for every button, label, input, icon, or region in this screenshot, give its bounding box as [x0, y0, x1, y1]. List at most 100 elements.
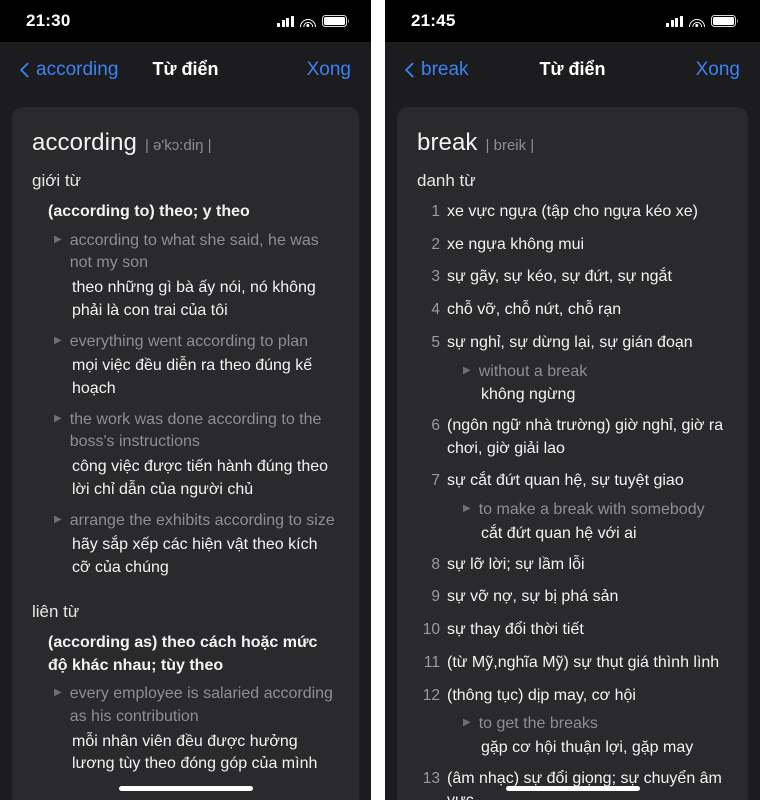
nav-bar-left: according Từ điển Xong	[0, 42, 371, 97]
sense-text: sự lỡ lời; sự lầm lỗi	[447, 555, 585, 573]
list-item: 12 (thông tục) dịp may, cơ hội	[417, 685, 728, 708]
wifi-icon	[689, 15, 705, 27]
sense-text: (ngôn ngữ nhà trường) giờ nghỉ, giờ ra c…	[447, 417, 724, 457]
sense-number: 4	[431, 301, 440, 319]
list-item: 4 chỗ vỡ, chỗ nứt, chỗ rạn	[417, 299, 728, 322]
example-vietnamese: cắt đứt quan hệ với ai	[481, 524, 637, 542]
triangle-bullet-icon: ▶	[463, 364, 471, 376]
status-icons	[665, 15, 739, 27]
part-of-speech: giới từ	[32, 171, 81, 190]
part-of-speech: danh từ	[417, 171, 476, 190]
done-button[interactable]: Xong	[307, 59, 351, 81]
example-row: ▶ to get the breaks	[463, 713, 728, 736]
example-vietnamese: hãy sắp xếp các hiện vật theo kích cỡ củ…	[72, 536, 318, 577]
sense-number: 2	[431, 235, 440, 253]
sense-number: 7	[431, 472, 440, 490]
dictionary-card-right: break | breik | danh từ 1 xe vực ngựa (t…	[397, 107, 748, 800]
back-button[interactable]: according	[20, 59, 118, 81]
example-english: to get the breaks	[478, 715, 598, 733]
example-block: ▶ to make a break with somebody cắt đứt …	[463, 499, 728, 545]
sense-text: (âm nhạc) sự đổi giọng; sự chuyển âm vực	[447, 769, 722, 800]
cellular-signal-icon	[276, 15, 294, 27]
sense-number: 12	[422, 686, 440, 704]
sense-number: 5	[431, 333, 440, 351]
sense-text: sự gãy, sự kéo, sự đứt, sự ngắt	[447, 268, 672, 286]
list-item: 9 sự vỡ nợ, sự bị phá sản	[417, 586, 728, 609]
sense-text: sự vỡ nợ, sự bị phá sản	[447, 588, 619, 606]
list-item: 3 sự gãy, sự kéo, sự đứt, sự ngắt	[417, 266, 728, 289]
example-row: ▶ to make a break with somebody	[463, 499, 728, 522]
sense-text: xe ngựa không mui	[447, 235, 585, 253]
phone-screen-right: 21:45 break Từ điển Xong break | breik |…	[385, 0, 760, 800]
example-row: ▶ every employee is salaried according a…	[54, 683, 339, 728]
list-item: 2 xe ngựa không mui	[417, 234, 728, 257]
example-vietnamese: theo những gì bà ấy nói, nó không phải l…	[72, 279, 316, 319]
example-vietnamese: mỗi nhân viên đều được hưởng lương tùy t…	[72, 732, 318, 773]
example-block: ▶ to get the breaks gặp cơ hội thuận lợi…	[463, 713, 728, 759]
triangle-bullet-icon: ▶	[54, 513, 62, 525]
example-row: ▶ according to what she said, he was not…	[54, 230, 339, 275]
nav-bar-right: break Từ điển Xong	[385, 42, 760, 97]
example-row: ▶ the work was done according to the bos…	[54, 409, 339, 454]
list-item: 10 sự thay đổi thời tiết	[417, 619, 728, 642]
status-time: 21:45	[411, 11, 456, 30]
sense-number: 13	[422, 769, 440, 787]
cellular-signal-icon	[665, 15, 683, 27]
list-item: 13 (âm nhạc) sự đổi giọng; sự chuyển âm …	[417, 768, 728, 800]
example-vietnamese: mọi việc đều diễn ra theo đúng kế hoạch	[72, 357, 313, 398]
list-item: 11 (từ Mỹ,nghĩa Mỹ) sự thụt giá thình lì…	[417, 652, 728, 675]
sense-text: (according as) theo cách hoặc mức độ khá…	[48, 633, 318, 674]
sense-text: sự cắt đứt quan hệ, sự tuyệt giao	[447, 472, 684, 490]
sense-text: (thông tục) dịp may, cơ hội	[447, 686, 636, 704]
list-item: 1 xe vực ngựa (tập cho ngựa kéo xe)	[417, 201, 728, 224]
triangle-bullet-icon: ▶	[463, 503, 471, 515]
list-item: 8 sự lỡ lời; sự lầm lỗi	[417, 554, 728, 577]
example-english: every employee is salaried according as …	[69, 685, 333, 725]
example-vietnamese: không ngừng	[481, 386, 576, 404]
sense-number: 6	[431, 417, 440, 435]
phonetic: | ə'kɔ:diŋ |	[144, 137, 212, 154]
sense-number: 9	[431, 588, 440, 606]
status-bar-right: 21:45	[385, 0, 760, 42]
example-vietnamese: gặp cơ hội thuận lợi, gặp may	[481, 738, 694, 756]
numbered-sense-list: 1 xe vực ngựa (tập cho ngựa kéo xe) 2 xe…	[417, 201, 728, 800]
triangle-bullet-icon: ▶	[54, 334, 62, 346]
home-indicator	[118, 786, 253, 791]
back-button-label: break	[421, 58, 469, 80]
list-item: 5 sự nghỉ, sự dừng lại, sự gián đoạn	[417, 332, 728, 355]
triangle-bullet-icon: ▶	[54, 412, 62, 424]
phonetic: | breik |	[485, 137, 535, 154]
dual-screenshot-stage: 21:30 according Từ điển Xong according |…	[0, 0, 760, 800]
content-sheet-right[interactable]: break | breik | danh từ 1 xe vực ngựa (t…	[385, 97, 760, 800]
example-english: everything went according to plan	[69, 332, 309, 350]
battery-icon	[711, 15, 739, 27]
chevron-left-icon	[20, 60, 31, 79]
triangle-bullet-icon: ▶	[54, 687, 62, 699]
panel-divider	[371, 0, 385, 800]
wifi-icon	[300, 15, 316, 27]
phone-screen-left: 21:30 according Từ điển Xong according |…	[0, 0, 371, 800]
example-english: the work was done according to the boss'…	[69, 410, 322, 451]
status-icons	[276, 15, 350, 27]
sense-text: sự nghỉ, sự dừng lại, sự gián đoạn	[447, 333, 693, 351]
example-row: ▶ everything went according to plan	[54, 331, 339, 354]
sense-text: xe vực ngựa (tập cho ngựa kéo xe)	[447, 203, 698, 220]
headword: according	[32, 129, 137, 156]
triangle-bullet-icon: ▶	[54, 233, 62, 245]
list-item: 7 sự cắt đứt quan hệ, sự tuyệt giao	[417, 470, 728, 493]
sense-number: 8	[431, 555, 440, 573]
example-english: without a break	[478, 362, 588, 380]
example-vietnamese: công việc được tiến hành đúng theo lời c…	[72, 458, 329, 498]
triangle-bullet-icon: ▶	[463, 717, 471, 729]
home-indicator	[505, 786, 640, 791]
sense-number: 10	[422, 621, 440, 639]
sense-text: sự thay đổi thời tiết	[447, 621, 584, 639]
chevron-left-icon	[405, 60, 416, 79]
back-button[interactable]: break	[405, 59, 469, 81]
content-sheet-left[interactable]: according | ə'kɔ:diŋ | giới từ (accordin…	[0, 97, 371, 800]
done-button[interactable]: Xong	[696, 59, 740, 81]
pos-section-1: liên từ (according as) theo cách hoặc mứ…	[32, 602, 339, 776]
sense-text: (từ Mỹ,nghĩa Mỹ) sự thụt giá thình lình	[447, 653, 720, 671]
sense-number: 3	[431, 268, 440, 286]
sense-number: 1	[431, 203, 440, 220]
